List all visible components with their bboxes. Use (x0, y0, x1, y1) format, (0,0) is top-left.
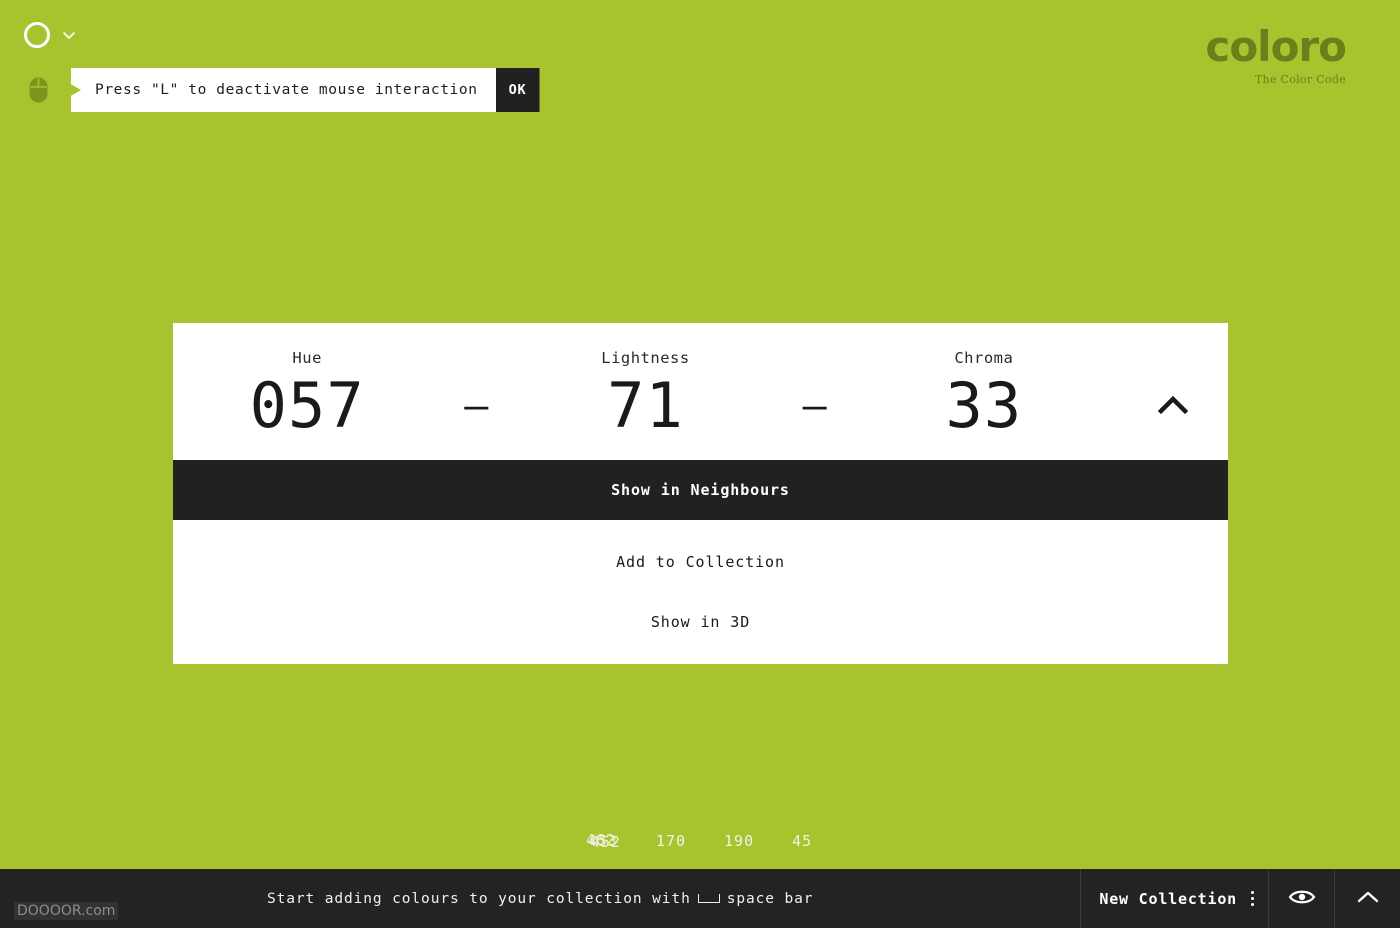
readout-value-2: 190 (724, 832, 755, 850)
mouse-interaction-tooltip: Press "L" to deactivate mouse interactio… (71, 68, 540, 112)
separator-dash-2: – (802, 382, 827, 429)
logo-wordmark: coloro (1205, 22, 1347, 71)
color-values-panel: Hue Lightness Chroma 057 – 71 – 33 (173, 323, 1228, 461)
menu-item-show-in-3d[interactable]: Show in 3D (173, 592, 1228, 653)
readout-value-3: 45 (792, 832, 813, 850)
mouse-icon (29, 77, 48, 103)
brand-logo: coloro The Color Code (1205, 22, 1347, 87)
top-left-controls (24, 22, 76, 48)
eye-icon (1288, 887, 1316, 911)
visibility-toggle-button[interactable] (1268, 869, 1334, 928)
color-detail-card: Hue Lightness Chroma 057 – 71 – 33 Show … (173, 323, 1228, 665)
chroma-label: Chroma (954, 349, 1014, 367)
hue-value[interactable]: 057 (173, 373, 441, 438)
chevron-up-icon[interactable] (1118, 386, 1228, 426)
readout-glitch-layer-3: 462 (585, 831, 616, 849)
menu-item-show-in-neighbours[interactable]: Show in Neighbours (173, 460, 1228, 521)
menu-item-add-to-collection[interactable]: Add to Collection (173, 532, 1228, 593)
color-value-row: 057 – 71 – 33 (173, 373, 1228, 438)
space-bar-key-icon (697, 894, 720, 903)
separator-dash-1: – (464, 382, 489, 429)
chevron-up-icon (1354, 887, 1382, 911)
tooltip-ok-button[interactable]: OK (495, 68, 540, 112)
new-collection-label: New Collection (1099, 889, 1237, 908)
tooltip-message: Press "L" to deactivate mouse interactio… (95, 82, 478, 98)
chevron-down-icon[interactable] (62, 28, 76, 42)
mini-coordinate-readout: 453 452 462 170 190 45 (0, 831, 1400, 851)
menu-spacer-bottom (173, 652, 1228, 665)
bottom-toolbar: DOOOOR.com Start adding colours to your … (0, 869, 1400, 928)
lightness-label: Lightness (601, 349, 690, 367)
collection-hint-text-after: space bar (726, 890, 814, 907)
circle-outline-icon[interactable] (24, 22, 50, 48)
menu-spacer-top (173, 520, 1228, 533)
collection-hint: Start adding colours to your collection … (0, 869, 1080, 928)
readout-glitched-value: 453 452 462 (585, 831, 620, 851)
collection-hint-text-before: Start adding colours to your collection … (266, 890, 691, 907)
chroma-value[interactable]: 33 (850, 373, 1118, 438)
readout-value-1: 170 (655, 832, 687, 850)
vertical-dots-icon[interactable] (1251, 891, 1254, 906)
site-watermark: DOOOOR.com (14, 902, 119, 920)
color-value-labels: Hue Lightness Chroma (173, 349, 1228, 367)
logo-tagline: The Color Code (1254, 73, 1346, 86)
new-collection-button[interactable]: New Collection (1080, 869, 1268, 928)
expand-panel-button[interactable] (1334, 869, 1400, 928)
hue-label: Hue (292, 349, 322, 367)
lightness-value[interactable]: 71 (511, 373, 779, 438)
